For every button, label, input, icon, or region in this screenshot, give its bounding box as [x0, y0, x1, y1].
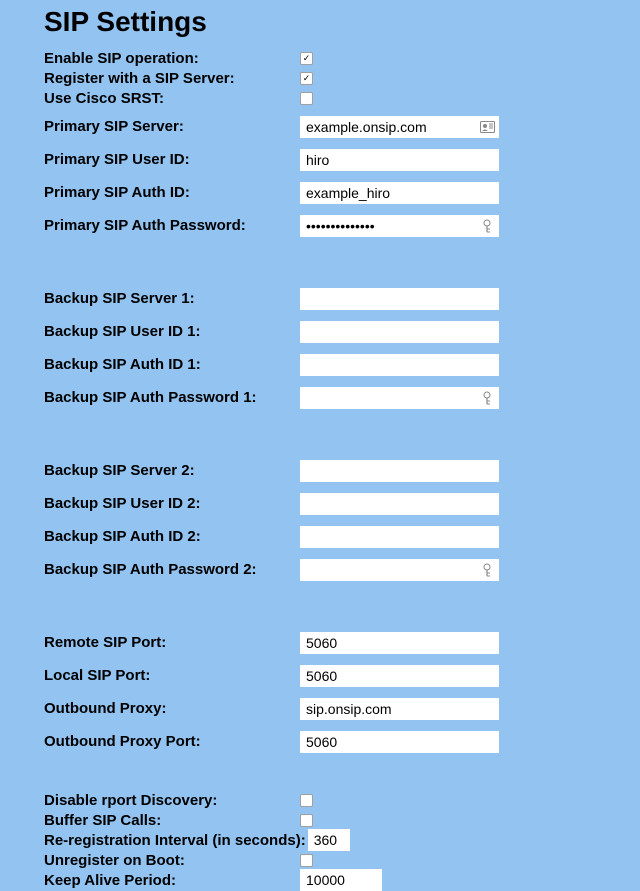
outbound-proxy-label: Outbound Proxy: [44, 700, 167, 717]
disable-rport-checkbox[interactable] [300, 794, 313, 807]
primary-server-input[interactable] [300, 116, 499, 138]
backup1-auth-label: Backup SIP Auth ID 1: [44, 356, 201, 373]
backup2-user-label: Backup SIP User ID 2: [44, 495, 200, 512]
backup1-auth-input[interactable] [300, 354, 499, 376]
remote-port-input[interactable] [300, 632, 499, 654]
backup1-server-input[interactable] [300, 288, 499, 310]
buffer-sip-label: Buffer SIP Calls: [44, 812, 161, 829]
backup2-auth-label: Backup SIP Auth ID 2: [44, 528, 201, 545]
enable-sip-checkbox[interactable]: ✓ [300, 52, 313, 65]
backup1-server-label: Backup SIP Server 1: [44, 290, 195, 307]
primary-auth-label: Primary SIP Auth ID: [44, 184, 190, 201]
backup1-user-input[interactable] [300, 321, 499, 343]
backup1-pwd-label: Backup SIP Auth Password 1: [44, 389, 257, 406]
backup2-pwd-label: Backup SIP Auth Password 2: [44, 561, 257, 578]
local-port-label: Local SIP Port: [44, 667, 150, 684]
page-title: SIP Settings [44, 6, 600, 38]
remote-port-label: Remote SIP Port: [44, 634, 166, 651]
local-port-input[interactable] [300, 665, 499, 687]
buffer-sip-checkbox[interactable] [300, 814, 313, 827]
backup1-user-label: Backup SIP User ID 1: [44, 323, 200, 340]
backup2-auth-input[interactable] [300, 526, 499, 548]
rereg-interval-label: Re-registration Interval (in seconds): [44, 832, 306, 849]
cisco-srst-label: Use Cisco SRST: [44, 90, 164, 107]
primary-auth-input[interactable] [300, 182, 499, 204]
outbound-proxy-port-label: Outbound Proxy Port: [44, 733, 201, 750]
primary-pwd-label: Primary SIP Auth Password: [44, 217, 246, 234]
keepalive-label: Keep Alive Period: [44, 872, 176, 889]
keepalive-input[interactable] [300, 869, 382, 891]
cisco-srst-checkbox[interactable] [300, 92, 313, 105]
unregister-boot-label: Unregister on Boot: [44, 852, 185, 869]
enable-sip-label: Enable SIP operation: [44, 50, 199, 67]
primary-user-label: Primary SIP User ID: [44, 151, 190, 168]
primary-user-input[interactable] [300, 149, 499, 171]
backup1-pwd-input[interactable] [300, 387, 499, 409]
primary-pwd-input[interactable] [300, 215, 499, 237]
backup2-server-label: Backup SIP Server 2: [44, 462, 195, 479]
backup2-server-input[interactable] [300, 460, 499, 482]
backup2-pwd-input[interactable] [300, 559, 499, 581]
outbound-proxy-input[interactable] [300, 698, 499, 720]
rereg-interval-input[interactable] [308, 829, 350, 851]
outbound-proxy-port-input[interactable] [300, 731, 499, 753]
unregister-boot-checkbox[interactable] [300, 854, 313, 867]
register-sip-label: Register with a SIP Server: [44, 70, 235, 87]
primary-server-label: Primary SIP Server: [44, 118, 184, 135]
register-sip-checkbox[interactable]: ✓ [300, 72, 313, 85]
disable-rport-label: Disable rport Discovery: [44, 792, 217, 809]
backup2-user-input[interactable] [300, 493, 499, 515]
